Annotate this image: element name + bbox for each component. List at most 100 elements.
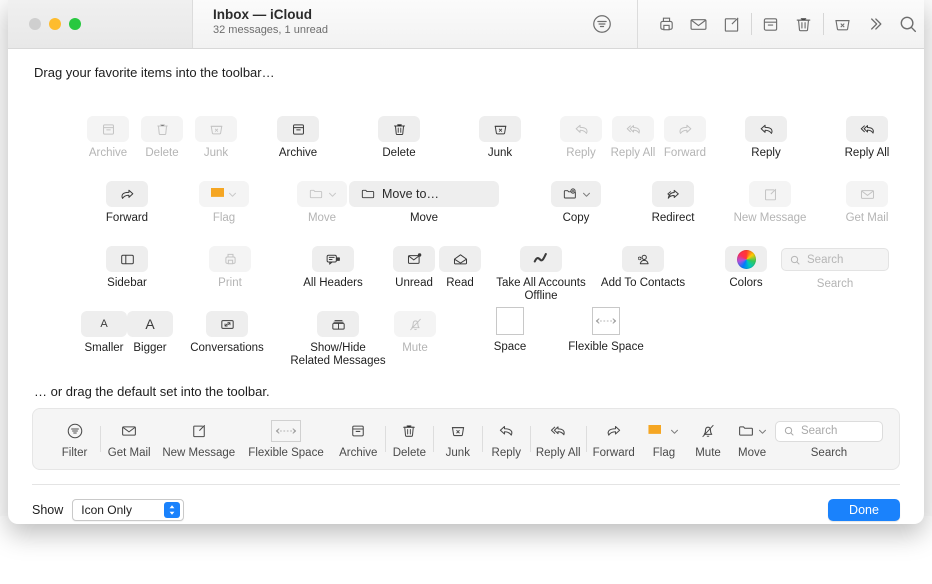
junk-icon[interactable]: [826, 1, 859, 47]
palette-item-flag[interactable]: Flag: [178, 181, 270, 225]
get-mail-icon[interactable]: [683, 1, 716, 47]
palette-item-search[interactable]: Search Search: [780, 248, 890, 291]
palette-item-new-message[interactable]: New Message: [724, 181, 816, 225]
toolbar-separator: [823, 13, 824, 35]
close-button[interactable]: [29, 18, 41, 30]
get-mail-icon: [120, 419, 138, 443]
conversations-icon: [206, 311, 248, 337]
palette-item-label: Read: [446, 277, 474, 290]
default-item-flexible-space[interactable]: Flexible Space: [240, 419, 332, 459]
default-item-delete[interactable]: Delete: [386, 419, 434, 459]
palette-item-take-all-accounts-offline[interactable]: Take All Accounts Offline: [493, 246, 589, 303]
add-contact-icon: [622, 246, 664, 272]
delete-icon: [378, 116, 420, 142]
palette-item-label: Take All Accounts Offline: [496, 277, 586, 303]
new-message-icon[interactable]: [715, 1, 748, 47]
move-to-field-label: Move to…: [382, 187, 439, 201]
mute-icon: [699, 419, 717, 443]
default-item-filter[interactable]: Filter: [49, 419, 100, 459]
default-toolbar-set[interactable]: Filter Get Mail New Message: [32, 408, 900, 470]
default-item-label: Archive: [339, 447, 377, 459]
overflow-icon[interactable]: [859, 1, 892, 47]
default-item-get-mail[interactable]: Get Mail: [101, 419, 157, 459]
palette-item-print[interactable]: Print: [184, 246, 276, 290]
palette-item-label: New Message: [734, 212, 807, 225]
palette-item-label: Search: [817, 278, 853, 291]
screen: Lunch call Think you'll be free for a lu…: [0, 0, 932, 584]
folder-icon: [297, 181, 347, 207]
palette-item-sidebar[interactable]: Sidebar: [81, 246, 173, 290]
palette-item-label: Flexible Space: [568, 341, 643, 354]
all-headers-icon: [312, 246, 354, 272]
palette-item-colors[interactable]: Colors: [700, 246, 792, 290]
default-item-reply-all[interactable]: Reply All: [531, 419, 586, 459]
default-item-flag[interactable]: Flag: [641, 419, 687, 459]
palette-item-redirect[interactable]: Redirect: [627, 181, 719, 225]
print-icon[interactable]: [650, 1, 683, 47]
zoom-button[interactable]: [69, 18, 81, 30]
related-messages-icon: [317, 311, 359, 337]
palette-item-forward[interactable]: Forward: [81, 181, 173, 225]
palette-item-reply[interactable]: Reply: [720, 116, 812, 160]
delete-icon[interactable]: [787, 1, 820, 47]
default-item-search[interactable]: Search Search: [775, 419, 883, 459]
stepper-icon: [164, 502, 180, 518]
default-item-mute[interactable]: Mute: [687, 419, 729, 459]
text-bigger-icon: A: [127, 311, 173, 337]
move-to-field[interactable]: Move to…: [349, 181, 499, 207]
chevron-down-icon: [582, 190, 591, 199]
palette-item-flexible-space[interactable]: Flexible Space: [560, 308, 652, 354]
search-field[interactable]: Search: [781, 248, 889, 271]
color-wheel-icon: [725, 246, 767, 272]
hint-drag-favorites: Drag your favorite items into the toolba…: [34, 65, 900, 80]
default-item-label: Flag: [653, 447, 675, 459]
default-item-new-message[interactable]: New Message: [157, 419, 240, 459]
default-item-label: Search: [811, 447, 847, 459]
palette-item-label: Move: [308, 212, 336, 225]
flag-glyph: [211, 188, 224, 201]
palette-item-space[interactable]: Space: [464, 308, 556, 354]
print-icon: [209, 246, 251, 272]
palette-item-all-headers[interactable]: All Headers: [287, 246, 379, 290]
filter-icon[interactable]: [591, 13, 613, 35]
archive-icon: [277, 116, 319, 142]
flexible-space-glyph: [592, 307, 620, 335]
palette-item-label: Forward: [106, 212, 148, 225]
palette-item-label: Conversations: [190, 342, 264, 355]
default-item-junk[interactable]: Junk: [434, 419, 482, 459]
junk-icon: [479, 116, 521, 142]
default-item-reply[interactable]: Reply: [482, 419, 530, 459]
traffic-lights: [8, 0, 193, 48]
default-item-forward[interactable]: Forward: [586, 419, 641, 459]
palette-item-move-to[interactable]: Move to… Move: [349, 181, 499, 225]
minimize-button[interactable]: [49, 18, 61, 30]
palette-item-junk-disabled[interactable]: Junk: [170, 116, 262, 160]
search-icon: [783, 425, 795, 437]
done-button[interactable]: Done: [828, 499, 900, 521]
search-icon[interactable]: [891, 1, 924, 47]
palette-item-archive[interactable]: Archive: [252, 116, 344, 160]
window-title-area: Inbox — iCloud 32 messages, 1 unread: [193, 0, 638, 48]
default-item-archive[interactable]: Archive: [332, 419, 385, 459]
palette-item-copy[interactable]: Copy: [530, 181, 622, 225]
chevron-down-icon: [758, 427, 767, 436]
default-item-move[interactable]: Move: [729, 419, 775, 459]
archive-icon[interactable]: [754, 1, 787, 47]
palette-item-label: Delete: [382, 147, 415, 160]
search-field[interactable]: Search: [775, 419, 883, 443]
palette-item-junk[interactable]: Junk: [454, 116, 546, 160]
mute-icon: [394, 311, 436, 337]
palette-item-mute[interactable]: Mute: [369, 311, 461, 355]
palette-item-add-to-contacts[interactable]: Add To Contacts: [596, 246, 690, 290]
palette-item-reply-all[interactable]: Reply All: [821, 116, 913, 160]
space-glyph: [496, 307, 524, 335]
default-item-label: Reply All: [536, 447, 581, 459]
flag-icon: [648, 419, 679, 443]
palette-item-forward-disabled[interactable]: Forward: [639, 116, 731, 160]
archive-icon: [349, 419, 367, 443]
palette-item-conversations[interactable]: Conversations: [175, 311, 279, 355]
show-mode-dropdown[interactable]: Icon Only: [72, 499, 184, 521]
flexible-space-icon: [271, 419, 301, 443]
palette-item-delete[interactable]: Delete: [353, 116, 445, 160]
palette-item-get-mail[interactable]: Get Mail: [821, 181, 913, 225]
